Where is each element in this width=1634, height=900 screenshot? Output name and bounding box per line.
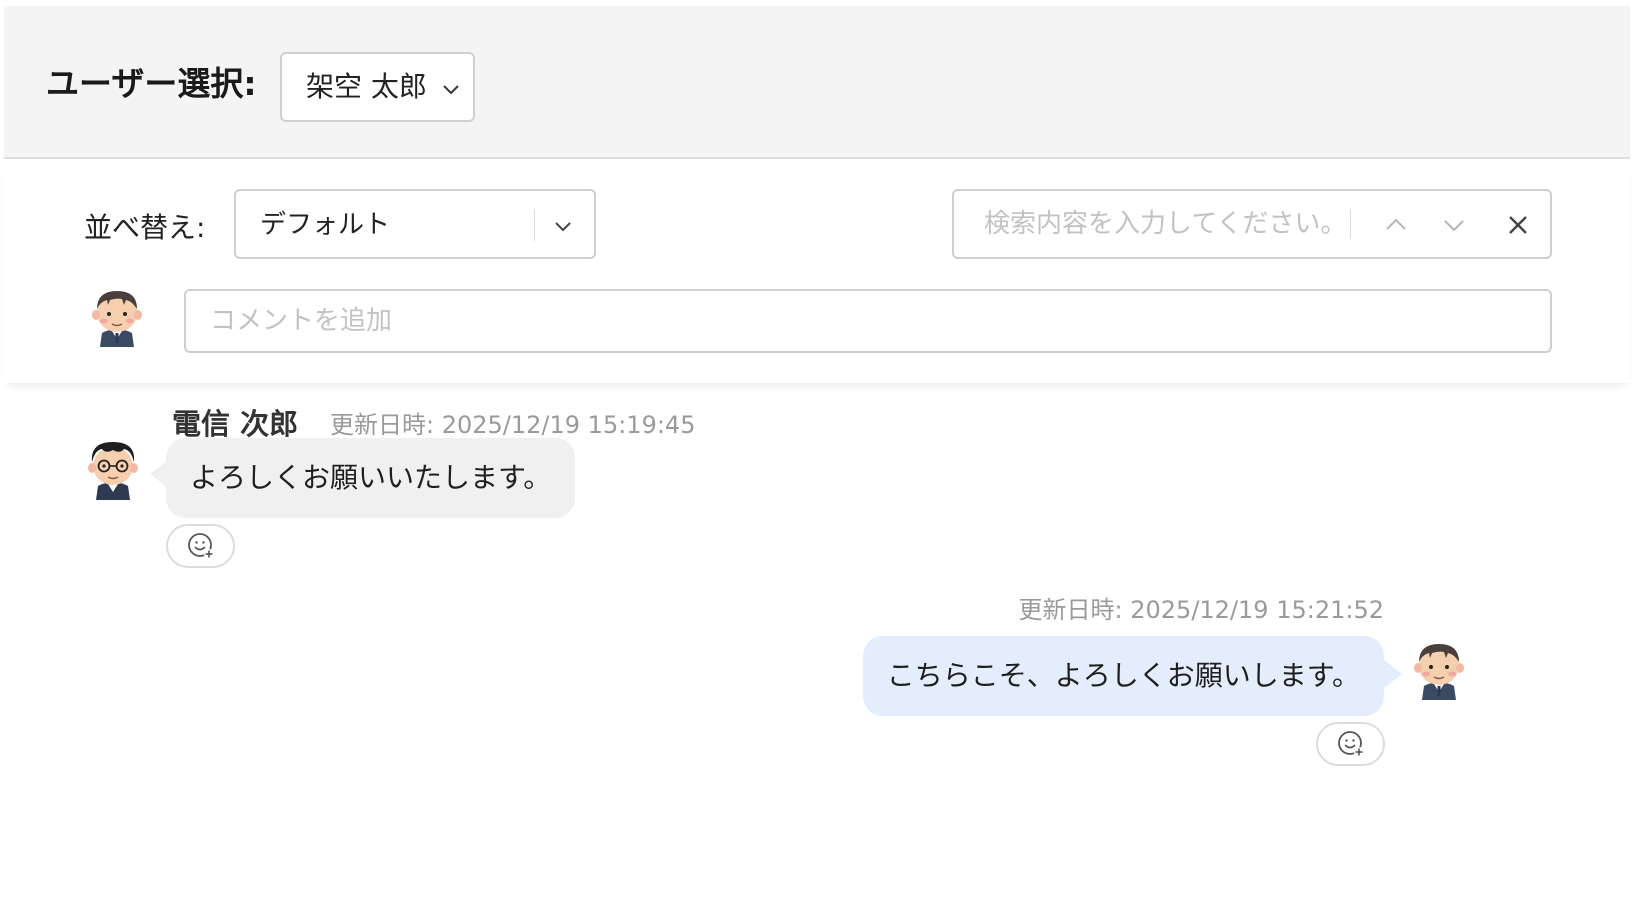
avatar: [92, 291, 142, 347]
add-reaction-button[interactable]: [1316, 722, 1385, 766]
avatar: [1414, 644, 1464, 700]
search-next-button[interactable]: [1436, 207, 1472, 243]
chevron-up-icon: [1386, 218, 1406, 230]
sort-label: 並べ替え:: [84, 211, 206, 244]
message-timestamp: 更新日時: 2025/12/19 15:21:52: [1018, 596, 1384, 624]
comment-toolbar: 並べ替え: デフォルト: [4, 159, 1630, 383]
user-select-value: 架空 太郎: [306, 70, 427, 103]
sort-select[interactable]: デフォルト: [234, 189, 596, 259]
chevron-down-icon: [1444, 220, 1464, 232]
search-divider: [1350, 209, 1351, 239]
user-select-label: ユーザー選択:: [46, 64, 257, 103]
chevron-down-icon: [555, 222, 571, 232]
sort-select-value: デフォルト: [260, 210, 391, 240]
search-clear-button[interactable]: [1500, 207, 1536, 243]
chevron-down-icon: [443, 85, 459, 95]
message-bubble: こちらこそ、よろしくお願いします。: [862, 636, 1384, 716]
close-icon: [1509, 216, 1527, 234]
sort-select-divider: [534, 209, 535, 241]
bubble-tail: [1384, 660, 1402, 688]
add-reaction-icon: [187, 533, 214, 559]
add-reaction-icon: [1337, 731, 1364, 757]
message-bubble: よろしくお願いいたします。: [166, 438, 576, 518]
search-prev-button[interactable]: [1378, 207, 1414, 243]
message-timestamp: 更新日時: 2025/12/19 15:19:45: [330, 411, 696, 439]
comment-input[interactable]: [184, 289, 1552, 353]
add-reaction-button[interactable]: [166, 524, 235, 568]
user-select-dropdown[interactable]: 架空 太郎: [280, 52, 475, 122]
avatar: [88, 442, 138, 500]
user-select-header: ユーザー選択: 架空 太郎: [4, 6, 1630, 159]
search-input[interactable]: [956, 193, 1348, 255]
search-box: [952, 189, 1552, 259]
